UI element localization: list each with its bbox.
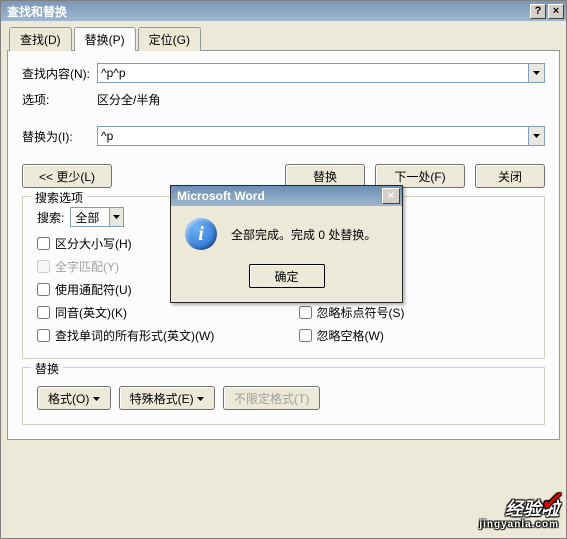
message-box-close-button[interactable]: ×	[382, 188, 400, 204]
message-text: 全部完成。完成 0 处替换。	[231, 226, 376, 243]
dialog-title: 查找和替换	[7, 3, 67, 20]
tab-replace[interactable]: 替换(P)	[74, 27, 136, 51]
options-label: 选项:	[22, 91, 97, 108]
format-button[interactable]: 格式(O)	[37, 386, 111, 410]
sounds-like-checkbox[interactable]: 同音(英文)(K)	[37, 304, 269, 321]
message-box-title: Microsoft Word	[177, 189, 265, 203]
search-direction-select[interactable]: 全部	[70, 207, 124, 227]
all-forms-checkbox[interactable]: 查找单词的所有形式(英文)(W)	[37, 327, 269, 344]
tab-goto[interactable]: 定位(G)	[138, 27, 201, 51]
ignore-punctuation-checkbox[interactable]: 忽略标点符号(S)	[299, 304, 531, 321]
options-value: 区分全/半角	[97, 91, 160, 108]
special-format-button[interactable]: 特殊格式(E)	[119, 386, 215, 410]
info-icon: i	[185, 218, 217, 250]
replace-format-fieldset: 替换 格式(O) 特殊格式(E) 不限定格式(T)	[22, 367, 545, 425]
no-format-button: 不限定格式(T)	[223, 386, 320, 410]
close-button[interactable]: ×	[548, 4, 564, 19]
watermark: 经验啦 ✓ jingyanla.com	[479, 501, 559, 533]
tab-find[interactable]: 查找(D)	[9, 27, 72, 51]
replace-with-label: 替换为(I):	[22, 128, 97, 145]
less-button[interactable]: << 更少(L)	[22, 164, 112, 188]
ignore-whitespace-checkbox[interactable]: 忽略空格(W)	[299, 327, 531, 344]
message-box-titlebar[interactable]: Microsoft Word ×	[171, 186, 402, 206]
close-dialog-button[interactable]: 关闭	[475, 164, 545, 188]
message-box: Microsoft Word × i 全部完成。完成 0 处替换。 确定	[170, 185, 403, 303]
ok-button[interactable]: 确定	[249, 264, 325, 288]
replace-format-legend: 替换	[31, 360, 63, 377]
replace-history-dropdown[interactable]	[529, 126, 545, 146]
tab-strip: 查找(D) 替换(P) 定位(G)	[9, 27, 560, 51]
replace-with-input[interactable]	[97, 126, 529, 146]
find-what-input[interactable]	[97, 63, 529, 83]
search-direction-value: 全部	[71, 209, 109, 226]
help-button[interactable]: ?	[530, 4, 546, 19]
search-options-legend: 搜索选项	[31, 189, 87, 206]
search-direction-label: 搜索:	[37, 209, 64, 226]
dialog-titlebar[interactable]: 查找和替换 ? ×	[1, 1, 566, 21]
checkmark-icon: ✓	[539, 493, 561, 509]
find-what-label: 查找内容(N):	[22, 65, 97, 82]
find-history-dropdown[interactable]	[529, 63, 545, 83]
